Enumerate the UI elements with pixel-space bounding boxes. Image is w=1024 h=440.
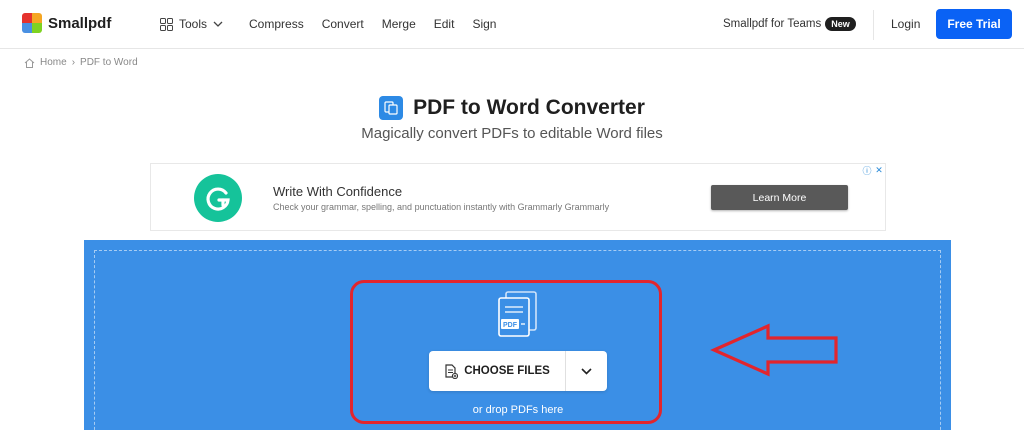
- nav-item-merge[interactable]: Merge: [382, 17, 416, 31]
- breadcrumb-home[interactable]: Home: [40, 57, 67, 68]
- file-add-icon: [445, 363, 459, 379]
- login-link[interactable]: Login: [891, 17, 920, 31]
- nav-item-edit[interactable]: Edit: [434, 17, 455, 31]
- pdf-label: PDF: [503, 322, 518, 329]
- teams-label: Smallpdf for Teams: [723, 18, 822, 30]
- new-badge: New: [825, 17, 856, 31]
- grammarly-logo-icon: [194, 174, 242, 222]
- tools-menu[interactable]: Tools: [160, 17, 223, 31]
- breadcrumb: Home › PDF to Word: [24, 57, 138, 68]
- ad-close-icon[interactable]: ✕: [874, 165, 884, 175]
- main-nav: Tools Compress Convert Merge Edit Sign: [160, 17, 514, 31]
- header-divider: [873, 10, 874, 40]
- grid-icon: [160, 17, 173, 31]
- home-icon: [24, 57, 35, 68]
- ad-title: Write With Confidence: [273, 184, 403, 199]
- choose-files-button[interactable]: CHOOSE FILES: [429, 351, 566, 391]
- choose-files-dropdown[interactable]: [566, 351, 607, 391]
- chevron-down-icon: [213, 21, 223, 27]
- pdf-document-icon: PDF: [498, 291, 537, 337]
- breadcrumb-separator: ›: [71, 57, 76, 68]
- chevron-down-icon: [581, 367, 592, 375]
- page-header: PDF to Word Converter: [0, 96, 1024, 120]
- top-navigation-bar: Smallpdf Tools Compress Convert Merge Ed…: [0, 0, 1024, 49]
- logo[interactable]: Smallpdf: [22, 13, 111, 33]
- nav-item-sign[interactable]: Sign: [472, 17, 496, 31]
- pdf-to-word-icon: [379, 96, 404, 120]
- choose-files-label: CHOOSE FILES: [464, 365, 550, 377]
- ad-info-icon[interactable]: ⓘ: [862, 165, 872, 176]
- drop-hint: or drop PDFs here: [472, 404, 564, 416]
- page-subtitle: Magically convert PDFs to editable Word …: [361, 125, 663, 142]
- tools-label: Tools: [179, 17, 208, 31]
- nav-item-compress[interactable]: Compress: [249, 17, 304, 31]
- ad-banner[interactable]: Write With Confidence Check your grammar…: [150, 163, 886, 231]
- annotation-arrow-icon: [710, 323, 838, 377]
- breadcrumb-current: PDF to Word: [80, 57, 138, 68]
- ad-description: Check your grammar, spelling, and punctu…: [273, 202, 610, 212]
- choose-files-control: CHOOSE FILES: [429, 351, 607, 391]
- free-trial-button[interactable]: Free Trial: [936, 9, 1012, 39]
- nav-item-convert[interactable]: Convert: [322, 17, 364, 31]
- logo-text: Smallpdf: [48, 14, 112, 32]
- learn-more-button[interactable]: Learn More: [711, 185, 848, 210]
- teams-link[interactable]: Smallpdf for Teams New: [723, 17, 856, 31]
- smallpdf-logo-icon: [22, 13, 42, 33]
- page-title: PDF to Word Converter: [413, 96, 645, 119]
- ad-choices[interactable]: ⓘ ✕: [862, 165, 884, 176]
